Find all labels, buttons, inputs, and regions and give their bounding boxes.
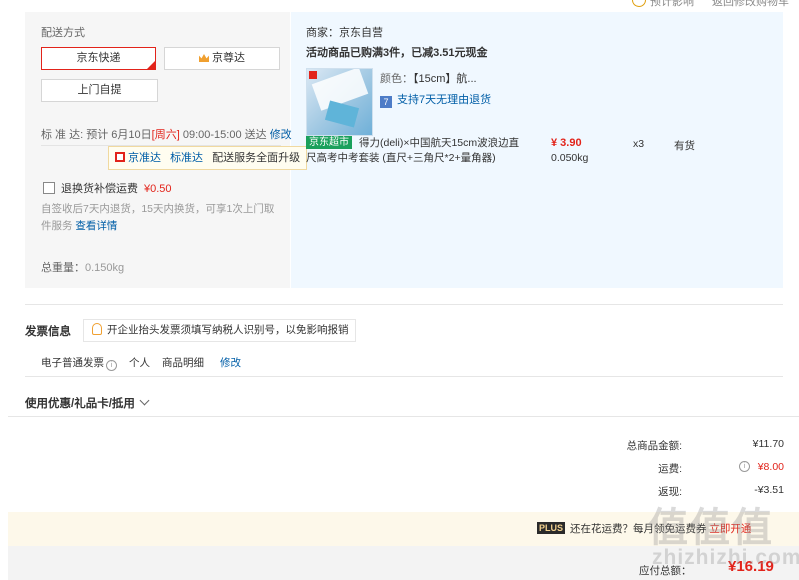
info-icon[interactable]: i xyxy=(106,360,117,371)
selected-corner-icon xyxy=(146,60,156,70)
insurance-checkbox[interactable] xyxy=(43,182,55,194)
invoice-detail: 商品明细 xyxy=(162,357,204,369)
spec-label: 颜色： xyxy=(380,73,413,85)
jd-logo-icon xyxy=(115,152,125,162)
shipping-option-jd-express[interactable]: 京东快递 xyxy=(41,47,156,70)
divider xyxy=(25,304,783,305)
divider xyxy=(8,416,799,417)
shipping-option-label: 京东快递 xyxy=(76,52,121,64)
tooltip-text: 配送服务全面升级 xyxy=(212,152,301,164)
spec-value: 【15cm】航... xyxy=(413,73,477,85)
shipping-fee-value: ¥8.00 xyxy=(757,461,784,473)
product-weight: 0.050kg xyxy=(551,152,589,164)
total-label: 总商品金额: xyxy=(626,440,682,452)
brand-tag-icon xyxy=(309,71,317,79)
insurance-label: 退换货补偿运费 xyxy=(61,183,138,195)
product-thumbnail[interactable] xyxy=(306,68,373,136)
product-quantity: x3 xyxy=(633,138,645,150)
jd-supermarket-tag: 京东超市 xyxy=(306,136,352,149)
tooltip-brand1: 京准达 xyxy=(128,152,161,164)
shipping-option-pickup[interactable]: 上门自提 xyxy=(41,79,158,102)
shipping-method-title: 配送方式 xyxy=(41,27,85,39)
delivery-modify-link[interactable]: 修改 xyxy=(270,129,292,141)
warning-icon xyxy=(632,0,646,7)
lightbulb-icon xyxy=(92,323,102,335)
delivery-weekday: [周六] xyxy=(151,129,180,141)
top-link-left[interactable]: 预计影响 xyxy=(650,0,694,8)
triangle-shape xyxy=(324,100,360,128)
invoice-tip-text: 开企业抬头发票须填写纳税人识别号，以免影响报销 xyxy=(107,324,349,336)
seller-name: 商家：京东自营 xyxy=(306,27,383,39)
top-link-right[interactable]: 返回修改购物车 xyxy=(712,0,789,8)
product-price: ¥ 3.90 xyxy=(551,137,582,149)
delivery-time: 09:00-15:00 送达 xyxy=(182,129,267,141)
return-7days-text: 支持7天无理由退货 xyxy=(397,94,492,106)
product-spec: 颜色：【15cm】航... xyxy=(380,70,477,86)
delivery-estimate: 标 准 达: 预计 6月10日[周六] 09:00-15:00 送达 修改 xyxy=(41,126,292,142)
invoice-modify-link[interactable]: 修改 xyxy=(220,355,241,370)
coupon-label: 使用优惠/礼品卡/抵用 xyxy=(25,398,135,410)
return-policy-icon: 7 xyxy=(380,96,392,108)
watermark-url: zhizhizhi.com xyxy=(652,546,799,569)
delivery-label: 标 准 达: xyxy=(41,129,84,141)
insurance-row: 退换货补偿运费 ¥0.50 xyxy=(43,180,172,196)
crown-icon xyxy=(199,54,209,62)
invoice-type: 电子普通发票 i xyxy=(41,355,117,371)
chevron-down-icon xyxy=(139,395,150,406)
coupon-toggle[interactable]: 使用优惠/礼品卡/抵用 xyxy=(25,395,150,411)
return-note: 自签收后7天内退货，15天内换货，可享1次上门取件服务 查看详情 xyxy=(41,201,281,235)
invoice-person: 个人 xyxy=(129,357,150,369)
return-details-link[interactable]: 查看详情 xyxy=(75,220,117,232)
tooltip-brand2: 标准达 xyxy=(170,152,204,164)
product-stock: 有货 xyxy=(674,140,695,152)
plus-badge: PLUS xyxy=(537,522,566,534)
shipping-option-label: 京尊达 xyxy=(212,52,245,64)
shipping-fee-label: 运费: xyxy=(658,463,682,475)
shipping-option-jd-premium[interactable]: 京尊达 xyxy=(164,47,280,70)
shipping-option-label: 上门自提 xyxy=(77,84,122,96)
return-7days: 7 支持7天无理由退货 xyxy=(380,91,491,108)
delivery-upgrade-tooltip: 京准达 标准达 配送服务全面升级 xyxy=(108,146,308,170)
insurance-fee: ¥0.50 xyxy=(144,183,172,195)
divider xyxy=(25,376,783,377)
weight-label: 总重量： xyxy=(41,262,85,274)
invoice-tip: 开企业抬头发票须填写纳税人识别号，以免影响报销 xyxy=(83,319,356,342)
total-value: ¥11.70 xyxy=(752,438,784,450)
total-weight: 总重量：0.150kg xyxy=(41,259,124,275)
delivery-date: 预计 6月10日 xyxy=(86,129,152,141)
top-strip: 预计影响 返回修改购物车 xyxy=(0,0,799,8)
weight-value: 0.150kg xyxy=(85,262,125,274)
invoice-title: 发票信息 xyxy=(25,326,71,338)
invoice-type-text: 电子普通发票 xyxy=(41,357,104,369)
watermark-logo: 值值值 xyxy=(648,506,774,550)
promo-text: 活动商品已购满3件，已减3.51元现金 xyxy=(306,47,488,59)
